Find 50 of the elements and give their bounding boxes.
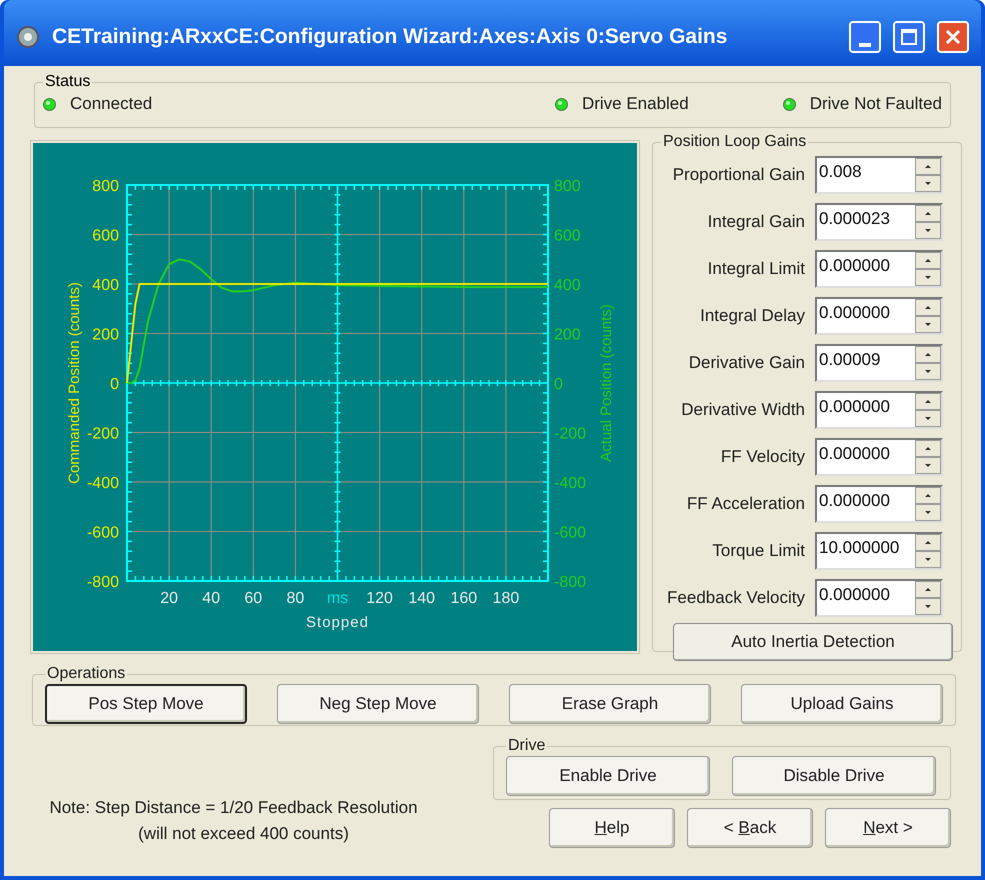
field-label: Integral Delay xyxy=(700,305,805,328)
x-tick-label: 20 xyxy=(160,590,178,607)
group-title: Status xyxy=(44,72,92,92)
y-tick-label: 0 xyxy=(554,376,563,393)
x-tick-label: 60 xyxy=(244,590,262,607)
y-tick-label: -400 xyxy=(554,475,586,492)
group-title: Operations xyxy=(46,664,126,684)
field-label: Derivative Gain xyxy=(688,352,805,374)
y-tick-label: -800 xyxy=(554,574,586,591)
field-label: Feedback Velocity xyxy=(667,587,805,610)
status-label: Drive Not Faulted xyxy=(810,93,942,116)
axis-title: Commanded Position (counts) xyxy=(66,282,83,484)
field-label: Integral Limit xyxy=(708,258,805,280)
x-tick-label: 40 xyxy=(202,590,220,607)
y-tick-label: 200 xyxy=(92,326,119,344)
y-tick-label: -400 xyxy=(86,475,119,492)
y-tick-label: 200 xyxy=(554,326,581,344)
group-title: Position Loop Gains xyxy=(662,132,808,152)
y-tick-label: 600 xyxy=(92,228,119,244)
field-label: Derivative Width xyxy=(681,399,805,422)
field-label: Proportional Gain xyxy=(672,164,805,186)
y-tick-label: -600 xyxy=(86,524,119,542)
x-tick-label: 120 xyxy=(366,590,393,607)
y-tick-label: 400 xyxy=(554,277,581,294)
window-title: CETraining:ARxxCE:Configuration Wizard:Axes:Axis 0:Servo Gains xyxy=(52,24,728,50)
axis-title: Actual Position (counts) xyxy=(598,304,615,462)
x-axis-unit: ms xyxy=(326,590,348,607)
y-tick-label: 800 xyxy=(554,178,581,195)
field-label: Integral Gain xyxy=(708,211,805,234)
y-tick-label: -200 xyxy=(86,426,119,442)
y-tick-label: -200 xyxy=(554,426,586,442)
note-text: (will not exceed 400 counts) xyxy=(138,822,349,844)
x-tick-label: 160 xyxy=(450,590,478,607)
field-label: FF Acceleration xyxy=(686,493,805,516)
field-label: FF Velocity xyxy=(720,446,805,468)
y-tick-label: 0 xyxy=(110,376,119,393)
y-tick-label: 400 xyxy=(92,277,119,294)
graph-status: Stopped xyxy=(306,614,369,631)
field-label: Torque Limit xyxy=(712,540,805,562)
y-tick-label: 600 xyxy=(554,228,581,244)
y-tick-label: -800 xyxy=(86,574,119,591)
x-tick-label: 140 xyxy=(408,590,436,607)
y-tick-label: -600 xyxy=(554,524,586,542)
group-title: Drive xyxy=(507,736,546,756)
y-tick-label: 800 xyxy=(92,178,119,195)
x-tick-label: 80 xyxy=(286,590,304,607)
x-tick-label: 180 xyxy=(492,590,520,607)
status-label: Connected xyxy=(70,93,152,116)
status-label: Drive Enabled xyxy=(582,93,689,116)
note-text: Note: Step Distance = 1/20 Feedback Resolution xyxy=(49,797,418,819)
